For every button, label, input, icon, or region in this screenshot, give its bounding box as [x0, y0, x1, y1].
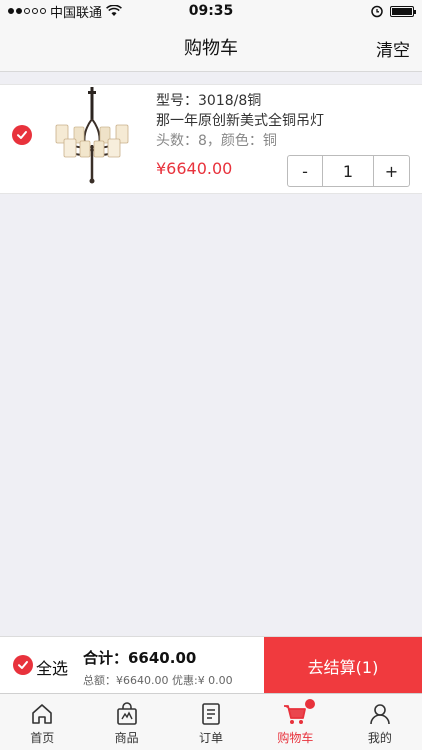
- wifi-icon: [106, 5, 122, 16]
- status-left: 中国联通: [8, 2, 122, 21]
- signal-icon: [8, 8, 46, 14]
- total-amount: 合计：6640.00: [83, 649, 197, 667]
- cart-item: 型号：3018/8铜 那一年原创新美式全铜吊灯 头数：8，颜色：铜 ¥6640.…: [0, 84, 422, 194]
- decrease-quantity-button[interactable]: -: [288, 156, 323, 186]
- status-right: [370, 4, 416, 18]
- checkmark-icon: [17, 131, 27, 139]
- checkout-button[interactable]: 去结算(1): [264, 637, 422, 694]
- subtotal-discount-text: 总额：¥6640.00 优惠:¥ 0.00: [83, 674, 233, 687]
- tab-bar: 首页 商品 订单 购物车 我的: [0, 693, 422, 750]
- cart-screen: 中国联通 09:35 购物车 清空 型号：3018/8铜 那一年原创新美式全铜吊…: [0, 0, 422, 750]
- item-info[interactable]: 型号：3018/8铜 那一年原创新美式全铜吊灯 头数：8，颜色：铜: [156, 91, 416, 151]
- quantity-stepper: - 1 +: [287, 155, 410, 187]
- home-icon: [32, 704, 53, 724]
- tab-label: 商品: [114, 731, 139, 745]
- item-price: ¥6640.00: [156, 159, 233, 178]
- tab-label: 订单: [199, 731, 224, 745]
- select-all-label[interactable]: 全选: [36, 655, 68, 679]
- tab-orders[interactable]: 订单: [169, 694, 253, 750]
- tab-products[interactable]: 商品: [84, 694, 168, 750]
- quantity-field[interactable]: 1: [323, 156, 374, 186]
- user-icon: [370, 704, 390, 725]
- summary-bar: 全选 合计：6640.00 总额：¥6640.00 优惠:¥ 0.00 去结算(…: [0, 636, 422, 694]
- status-time: 09:35: [188, 3, 234, 19]
- cart-badge-dot: [305, 699, 316, 709]
- item-model: 型号：3018/8铜: [156, 93, 262, 109]
- page-title: 购物车: [184, 37, 238, 59]
- item-spec: 头数：8，颜色：铜: [156, 133, 277, 149]
- order-list-icon: [202, 703, 220, 725]
- checkmark-icon: [18, 661, 28, 669]
- select-all-checkbox[interactable]: [13, 655, 33, 675]
- alarm-icon: [371, 5, 383, 18]
- carrier-label: 中国联通: [50, 5, 103, 21]
- status-bar: 中国联通 09:35: [0, 0, 422, 22]
- tab-cart[interactable]: 购物车: [253, 694, 337, 750]
- tab-home[interactable]: 首页: [0, 694, 84, 750]
- battery-icon: [390, 5, 416, 17]
- tab-label: 我的: [367, 731, 392, 745]
- shopping-bag-icon: [116, 702, 137, 725]
- item-name: 那一年原创新美式全铜吊灯: [156, 113, 324, 129]
- tab-label: 首页: [30, 731, 55, 745]
- chandelier-image[interactable]: [42, 87, 142, 191]
- increase-quantity-button[interactable]: +: [374, 156, 409, 186]
- tab-profile[interactable]: 我的: [338, 694, 422, 750]
- nav-bar: 购物车 清空: [0, 22, 422, 72]
- item-checkbox[interactable]: [12, 125, 32, 145]
- clear-cart-button[interactable]: 清空: [376, 36, 410, 61]
- tab-label: 购物车: [277, 731, 314, 745]
